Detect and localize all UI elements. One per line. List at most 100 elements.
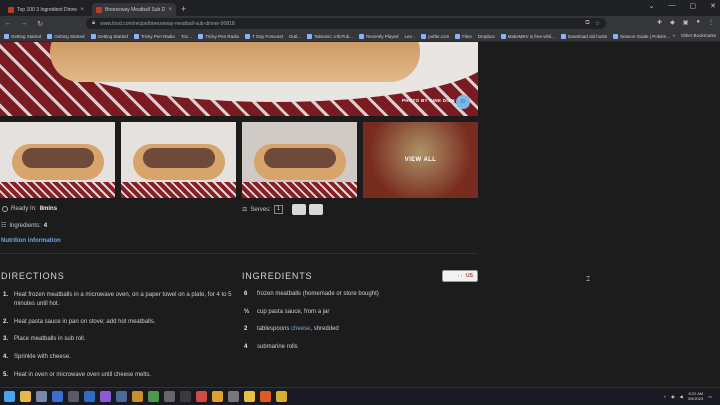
thumb-cloth (242, 182, 357, 198)
ingredients-heading: INGREDIENTS (242, 271, 313, 281)
mail-icon[interactable] (52, 391, 63, 402)
app-icon[interactable] (276, 391, 287, 402)
units-toggle[interactable]: ◖◗ US (442, 270, 478, 282)
app-icon[interactable] (100, 391, 111, 402)
tab-favicon (8, 6, 14, 13)
file-explorer-icon[interactable] (20, 391, 31, 402)
menu-icon[interactable]: ⋮ (708, 19, 714, 26)
close-icon[interactable]: ✕ (710, 2, 716, 10)
browser-tab-active[interactable]: Breezeway Meatball Sub Dinne × (92, 3, 176, 16)
address-bar[interactable]: 🔒︎ www.food.com/recipe/breezeway-meatbal… (86, 18, 606, 29)
app-icon[interactable] (164, 391, 175, 402)
bookmark-icon (306, 33, 312, 39)
hero-photo[interactable] (0, 42, 478, 116)
app-icon[interactable] (148, 391, 159, 402)
servings-decrease-button[interactable] (291, 204, 306, 215)
bookmark[interactable]: Tricky Pen Radio (198, 33, 239, 39)
bookmark[interactable]: MakeMKV is free whil... (500, 33, 555, 39)
bookmark[interactable]: Lev... (405, 34, 416, 39)
chrome-icon[interactable] (212, 391, 223, 402)
direction-step: 4. Sprinkle with cheese. (3, 353, 239, 362)
ingredient-item: 6 frozen meatballs (homemade or store bo… (244, 291, 379, 297)
settings-icon[interactable] (36, 391, 47, 402)
units-toggle-label: US (466, 273, 473, 279)
app-icon[interactable] (196, 391, 207, 402)
toolbar: ← → ↻ 🔒︎ www.food.com/recipe/breezeway-m… (0, 16, 720, 31)
gallery-thumbnail[interactable] (121, 122, 236, 198)
bookmark[interactable]: Files (455, 33, 472, 39)
star-icon[interactable]: ☆ (595, 20, 600, 27)
profile-icon[interactable]: ● (696, 19, 700, 26)
app-icon[interactable] (84, 391, 95, 402)
app-icon[interactable] (244, 391, 255, 402)
chevron-up-icon[interactable]: ˄ (664, 394, 666, 399)
bookmark[interactable]: Getting Started (4, 33, 41, 39)
thumb-filling (143, 148, 215, 168)
tab-title: Top 100 3 Ingredient Dinners | Gen (17, 6, 78, 13)
chevron-right-icon[interactable]: » (672, 33, 675, 38)
ingredient-text: cup pasta sauce, from a jar (257, 309, 330, 315)
app-icon[interactable] (68, 391, 79, 402)
direction-step: 3. Place meatballs in sub roll. (3, 335, 239, 344)
photographer-avatar-icon[interactable]: ☺ (456, 95, 470, 109)
start-icon[interactable] (4, 391, 15, 402)
bookmark[interactable]: Tric... (181, 34, 192, 39)
step-text: Heat pasta sauce in pan on stove; add ho… (14, 319, 156, 325)
app-icon[interactable] (228, 391, 239, 402)
section-divider (0, 253, 478, 254)
share-icon[interactable]: ⧉ (585, 20, 589, 27)
ingredient-item: ⅓ cup pasta sauce, from a jar (244, 309, 329, 315)
bookmark[interactable]: Dropbox (478, 34, 495, 39)
bookmark[interactable]: Getting Started (90, 33, 128, 39)
bookmark[interactable]: Outl... (289, 34, 301, 39)
network-icon[interactable]: ◉ (671, 394, 675, 399)
bookmark[interactable]: Recently Played (358, 33, 399, 39)
bookmark[interactable]: Season Guide | Pokém... (613, 33, 670, 39)
step-text: Sprinkle with cheese. (14, 354, 71, 360)
firefox-icon[interactable] (260, 391, 271, 402)
bookmark[interactable]: Getting Started (47, 33, 85, 39)
reload-icon[interactable]: ↻ (36, 20, 44, 28)
steam-icon[interactable] (116, 391, 127, 402)
bookmark-icon (198, 33, 204, 39)
bookmark[interactable]: Tricky Pen Radio (133, 33, 175, 39)
servings-increase-button[interactable] (308, 204, 323, 215)
gallery-thumbnail[interactable] (242, 122, 357, 198)
browser-tab[interactable]: Top 100 3 Ingredient Dinners | Gen × (4, 3, 88, 16)
gallery-thumbnail[interactable] (0, 122, 115, 198)
thumb-filling (264, 148, 336, 168)
new-tab-icon[interactable]: + (181, 4, 186, 14)
bookmark[interactable]: Download old hosts (560, 33, 607, 39)
chevron-down-icon[interactable]: ⌄ (649, 2, 655, 10)
ingredient-link-cheese[interactable]: cheese (291, 326, 310, 332)
back-icon[interactable]: ← (4, 20, 12, 27)
maximize-icon[interactable]: ▢ (690, 2, 697, 10)
taskbar-clock[interactable]: 8:22 AM 3/9/2023 (688, 391, 704, 401)
tab-close-icon[interactable]: × (168, 7, 172, 13)
minimize-icon[interactable]: — (669, 2, 676, 10)
bookmark[interactable]: Tabsonic: InfoTub... (306, 33, 353, 39)
other-bookmarks[interactable]: Other Bookmarks (681, 33, 716, 38)
volume-icon[interactable]: ◀ (680, 394, 683, 399)
puzzle-icon[interactable]: ◆ (670, 19, 675, 26)
lock-icon[interactable]: 🔒︎ (92, 20, 95, 27)
step-number: 1. (3, 292, 9, 298)
bookmark-icon (500, 33, 506, 39)
gallery-view-all[interactable]: VIEW ALL (363, 122, 478, 198)
extensions-icon[interactable]: ✚ (657, 19, 662, 26)
tab-close-icon[interactable]: × (80, 7, 84, 13)
bookmark-icon (245, 33, 251, 39)
url-text[interactable]: www.food.com/recipe/breezeway-meatball-s… (100, 21, 580, 27)
forward-icon[interactable]: → (20, 20, 28, 27)
ingredient-quantity: ⅓ (244, 309, 250, 315)
nutrition-information-link[interactable]: Nutrition information (1, 238, 61, 244)
servings-input[interactable]: 1 (273, 205, 283, 214)
bookmark[interactable]: T Day Forecast (245, 33, 283, 39)
app-icon[interactable] (132, 391, 143, 402)
notifications-icon[interactable]: ▭ (708, 394, 712, 399)
bookmark-icon (358, 33, 364, 39)
app-icon[interactable] (180, 391, 191, 402)
ready-in-value: 8mins (39, 206, 58, 212)
sidebar-icon[interactable]: ▣ (683, 19, 689, 26)
bookmark[interactable]: potfer.com (421, 33, 449, 39)
